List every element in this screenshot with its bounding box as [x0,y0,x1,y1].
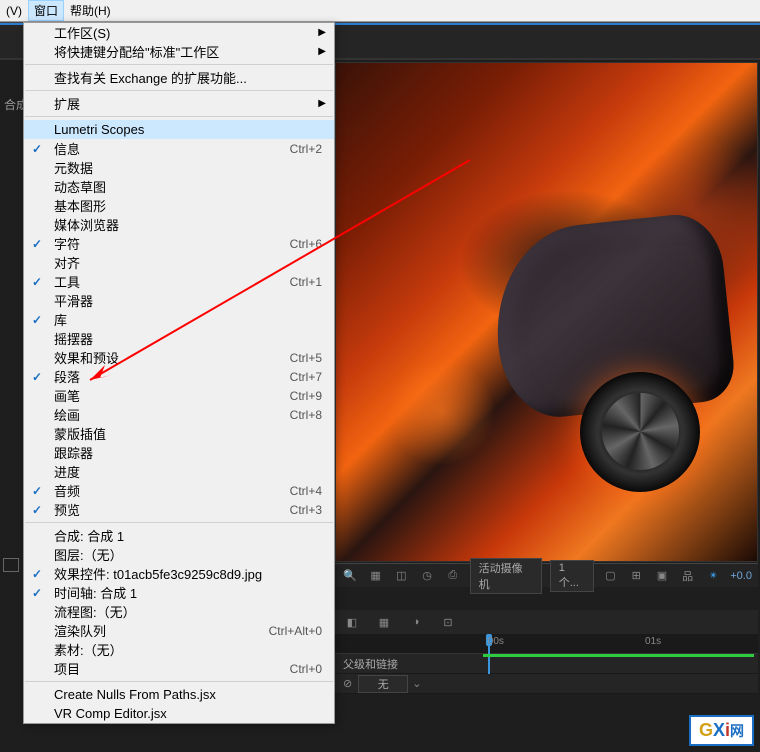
view-icon-1[interactable]: ▢ [602,567,620,585]
check-icon: ✓ [32,586,42,600]
menu-exchange[interactable]: 查找有关 Exchange 的扩展功能... [24,68,334,87]
check-icon: ✓ [32,567,42,581]
menu-brushes[interactable]: 绘画Ctrl+8 [24,405,334,424]
link-icon[interactable]: ⊘ [343,677,352,690]
tl-icon-4[interactable]: ⊡ [439,613,457,631]
mask-icon[interactable]: ◫ [392,567,410,585]
menu-view[interactable]: (V) [0,2,28,20]
timeline-layer-row[interactable]: ⊘ 无 ⌄ [335,674,758,694]
menu-paragraph[interactable]: ✓段落Ctrl+7 [24,367,334,386]
menu-flowchart[interactable]: 流程图:（无） [24,602,334,621]
menu-composition[interactable]: 合成: 合成 1 [24,526,334,545]
menu-preview[interactable]: ✓预览Ctrl+3 [24,500,334,519]
menu-paint[interactable]: 画笔Ctrl+9 [24,386,334,405]
timeline-ruler[interactable]: :00s 01s 02s [335,634,758,654]
viewer-controls-bar: 🔍 ▦ ◫ ◷ ⎙ 活动摄像机 1个... ▢ ⊞ ▣ 品 ✴ +0.0 [335,563,758,587]
menu-character[interactable]: ✓字符Ctrl+6 [24,234,334,253]
snapshot-icon[interactable]: ⎙ [444,567,462,585]
check-icon: ✓ [32,503,42,517]
tl-icon-2[interactable]: ▦ [375,613,393,631]
check-icon: ✓ [32,313,42,327]
menu-render-queue[interactable]: 渲染队列Ctrl+Alt+0 [24,621,334,640]
magnify-icon[interactable]: 🔍 [341,567,359,585]
menu-libraries[interactable]: ✓库 [24,310,334,329]
chevron-right-icon: ▶ [318,27,326,38]
composition-viewer[interactable] [335,62,758,562]
check-icon: ✓ [32,484,42,498]
views-select[interactable]: 1个... [550,560,594,592]
check-icon: ✓ [32,275,42,289]
time-icon[interactable]: ◷ [418,567,436,585]
layer-track-bar[interactable] [483,654,754,657]
menu-effects-presets[interactable]: 效果和预设Ctrl+5 [24,348,334,367]
menu-layer[interactable]: 图层:（无） [24,545,334,564]
view-icon-4[interactable]: 品 [679,567,697,585]
check-icon: ✓ [32,370,42,384]
check-icon: ✓ [32,237,42,251]
timeline-parent-row: 父级和链接 [335,654,758,674]
menu-progress[interactable]: 进度 [24,462,334,481]
menu-help[interactable]: 帮助(H) [64,0,117,21]
parent-select[interactable]: 无 [358,675,408,693]
timeline-toolbar: ◧ ▦ ◑ ⊡ [335,610,758,634]
menu-media-browser[interactable]: 媒体浏览器 [24,215,334,234]
check-icon: ✓ [32,142,42,156]
exposure-icon[interactable]: ✴ [705,567,723,585]
menu-extensions[interactable]: 扩展▶ [24,94,334,113]
panel-icon [3,558,19,572]
menu-window[interactable]: 窗口 [28,0,64,21]
view-icon-2[interactable]: ⊞ [627,567,645,585]
menubar: (V) 窗口 帮助(H) [0,0,760,22]
camera-select[interactable]: 活动摄像机 [470,558,542,594]
view-icon-3[interactable]: ▣ [653,567,671,585]
menu-motion-sketch[interactable]: 动态草图 [24,177,334,196]
menu-timeline[interactable]: ✓时间轴: 合成 1 [24,583,334,602]
menu-tracker[interactable]: 跟踪器 [24,443,334,462]
menu-smoother[interactable]: 平滑器 [24,291,334,310]
menu-create-nulls[interactable]: Create Nulls From Paths.jsx [24,685,334,704]
tl-icon-3[interactable]: ◑ [407,613,425,631]
menu-wiggler[interactable]: 摇摆器 [24,329,334,348]
menu-essential-graphics[interactable]: 基本图形 [24,196,334,215]
menu-effect-controls[interactable]: ✓效果控件: t01acb5fe3c9259c8d9.jpg [24,564,334,583]
menu-align[interactable]: 对齐 [24,253,334,272]
parent-link-label: 父级和链接 [343,656,413,672]
menu-metadata[interactable]: 元数据 [24,158,334,177]
menu-info[interactable]: ✓信息Ctrl+2 [24,139,334,158]
window-menu-dropdown: 工作区(S)▶ 将快捷键分配给"标准"工作区▶ 查找有关 Exchange 的扩… [23,22,335,724]
exposure-value[interactable]: +0.0 [730,570,752,582]
watermark-logo: GXi网 [689,715,754,746]
tl-icon-1[interactable]: ◧ [343,613,361,631]
menu-vr-comp-editor[interactable]: VR Comp Editor.jsx [24,704,334,723]
grid-icon[interactable]: ▦ [367,567,385,585]
chevron-right-icon: ▶ [318,46,326,57]
menu-workspace[interactable]: 工作区(S)▶ [24,23,334,42]
menu-footage[interactable]: 素材:（无） [24,640,334,659]
menu-tools[interactable]: ✓工具Ctrl+1 [24,272,334,291]
chevron-right-icon: ▶ [318,98,326,109]
menu-project[interactable]: 项目Ctrl+0 [24,659,334,678]
menu-assign-shortcut[interactable]: 将快捷键分配给"标准"工作区▶ [24,42,334,61]
menu-mask-interpolation[interactable]: 蒙版插值 [24,424,334,443]
menu-audio[interactable]: ✓音频Ctrl+4 [24,481,334,500]
menu-lumetri-scopes[interactable]: Lumetri Scopes [24,120,334,139]
